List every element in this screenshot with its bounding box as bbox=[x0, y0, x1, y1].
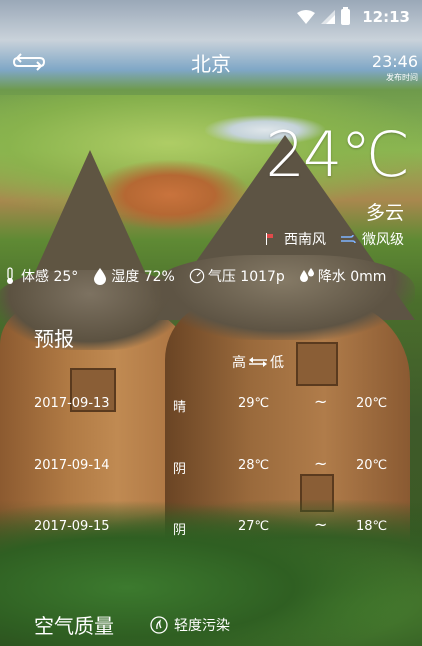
status-icons: 12:13 bbox=[297, 7, 410, 27]
high-low-header: 高 低 bbox=[232, 352, 284, 372]
forecast-condition: 阴 bbox=[173, 523, 187, 538]
forecast-condition: 阴 bbox=[173, 462, 187, 477]
current-condition: 多云 bbox=[365, 202, 404, 224]
pressure-value: 气压 1017p bbox=[207, 269, 285, 285]
forecast-high: 29℃ bbox=[238, 396, 270, 411]
hut-window bbox=[296, 342, 338, 386]
forecast-low: 18℃ bbox=[356, 519, 388, 534]
city-title: 北京 bbox=[191, 52, 231, 76]
rain-drops-icon bbox=[299, 268, 314, 282]
forecast-row: 2017-09-14 阴 28℃ ~ 20℃ bbox=[0, 454, 422, 478]
forecast-low: 20℃ bbox=[356, 396, 388, 411]
wind-flag-icon bbox=[266, 233, 274, 245]
air-quality-value: 轻度污染 bbox=[174, 618, 230, 634]
forecast-date: 2017-09-15 bbox=[34, 519, 110, 534]
forecast-date: 2017-09-13 bbox=[34, 396, 110, 411]
humidity: 湿度 72% bbox=[92, 266, 175, 286]
forecast-separator: ~ bbox=[314, 392, 328, 411]
feels-like: 体感 25° bbox=[2, 266, 78, 286]
update-time: 23:46 bbox=[371, 52, 418, 71]
pressure: 气压 1017p bbox=[189, 266, 285, 286]
update-time-label: 发布时间 bbox=[386, 73, 418, 82]
forecast-date: 2017-09-14 bbox=[34, 458, 110, 473]
battery-icon bbox=[341, 7, 351, 25]
status-time: 12:13 bbox=[362, 8, 410, 26]
forecast-title: 预报 bbox=[34, 327, 74, 351]
precipitation: 降水 0mm bbox=[299, 266, 387, 286]
air-quality-status: 轻度污染 bbox=[150, 615, 230, 635]
wind-level: 微风级 bbox=[362, 232, 404, 248]
forecast-separator: ~ bbox=[314, 454, 328, 473]
leaf-icon bbox=[150, 616, 168, 634]
high-label: 高 bbox=[232, 355, 246, 371]
wind-direction: 西南风 bbox=[284, 232, 326, 248]
swap-arrows-icon bbox=[249, 357, 267, 367]
weather-screen: 12:13 北京 23:46 发布时间 24℃ 多云 西南风 微风级 体感 25… bbox=[0, 0, 422, 646]
forecast-row: 2017-09-15 阴 27℃ ~ 18℃ bbox=[0, 515, 422, 539]
feels-like-value: 体感 25° bbox=[21, 269, 79, 285]
humidity-value: 湿度 72% bbox=[111, 269, 175, 285]
forecast-high: 27℃ bbox=[238, 519, 270, 534]
forecast-row: 2017-09-13 晴 29℃ ~ 20℃ bbox=[0, 392, 422, 416]
thermometer-icon bbox=[7, 267, 13, 284]
low-label: 低 bbox=[270, 355, 284, 371]
air-quality-title: 空气质量 bbox=[34, 614, 114, 638]
current-temperature: 24℃ bbox=[265, 118, 410, 191]
forecast-low: 20℃ bbox=[356, 458, 388, 473]
wind-icon bbox=[341, 234, 356, 244]
weather-details: 体感 25° 湿度 72% 气压 1017p 降水 0mm bbox=[2, 266, 422, 286]
drop-icon bbox=[94, 268, 107, 285]
status-bar: 12:13 bbox=[0, 0, 422, 34]
wifi-icon bbox=[297, 10, 316, 24]
forecast-high: 28℃ bbox=[238, 458, 270, 473]
signal-icon bbox=[321, 10, 336, 24]
precipitation-value: 降水 0mm bbox=[317, 269, 387, 285]
gauge-icon bbox=[189, 268, 205, 284]
wind-info: 西南风 微风级 bbox=[266, 229, 404, 249]
forecast-condition: 晴 bbox=[173, 400, 187, 415]
forecast-separator: ~ bbox=[314, 515, 328, 534]
